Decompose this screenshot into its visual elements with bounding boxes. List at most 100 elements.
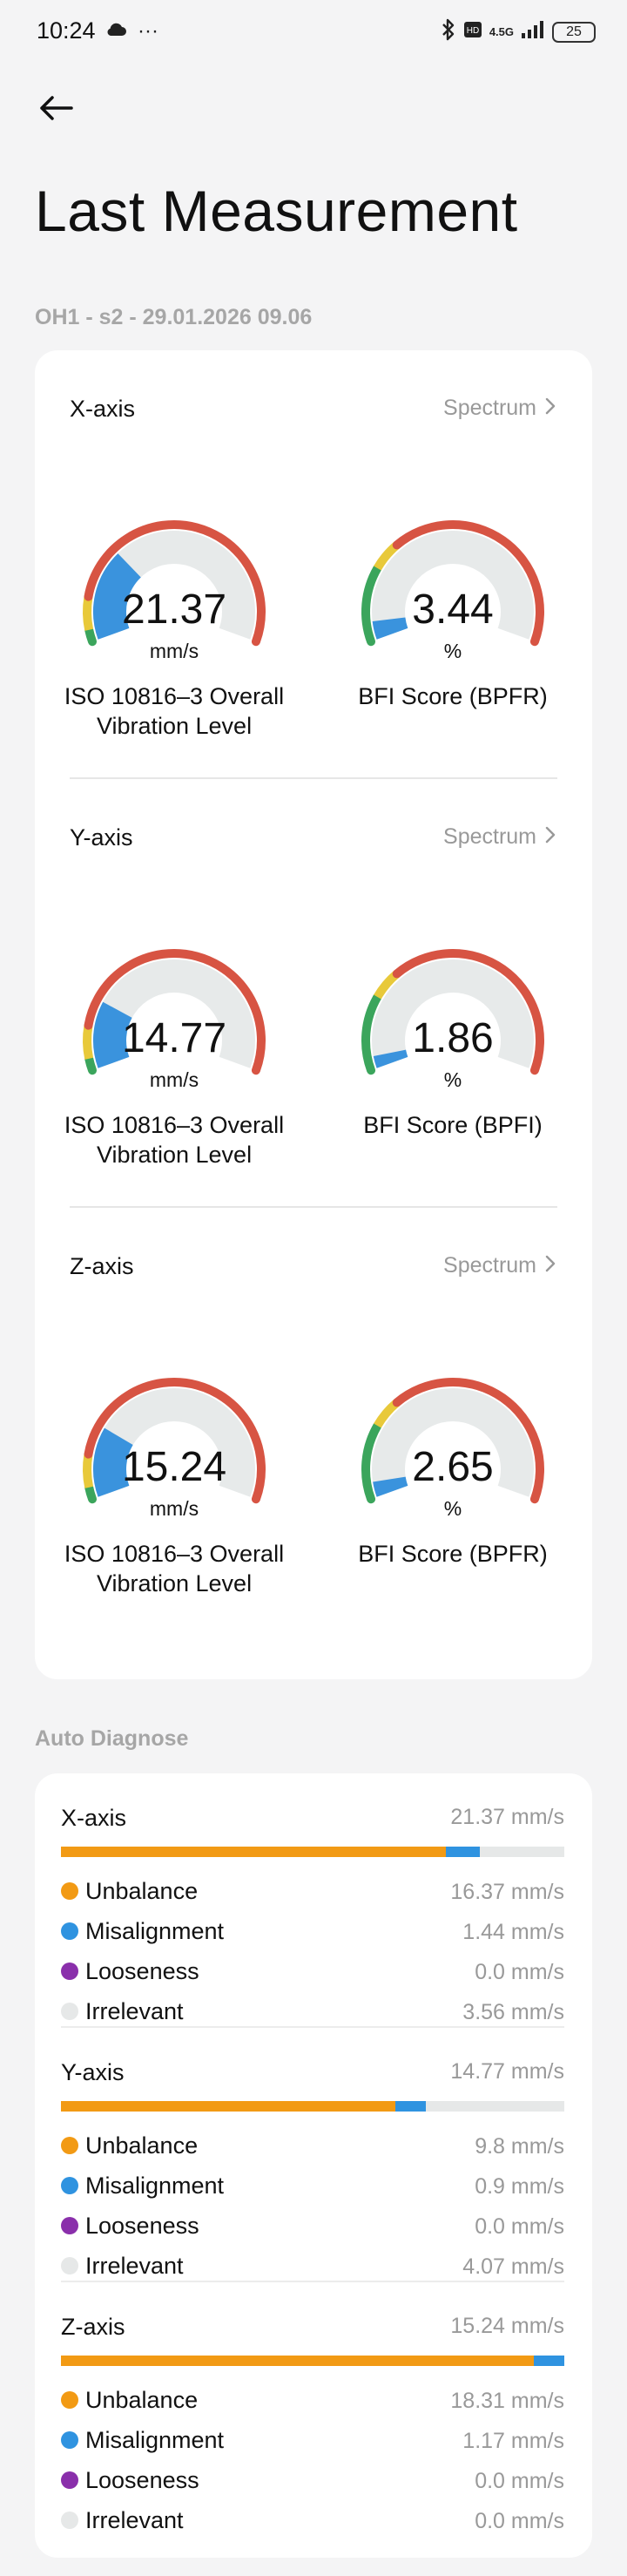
bar-segment-unbalance bbox=[61, 2356, 535, 2366]
diagnose-row-value: 0.0 mm/s bbox=[475, 2509, 564, 2533]
axis-title: Z-axis bbox=[70, 1253, 134, 1279]
measurement-meta: OH1 - s2 - 29.01.2026 09.06 bbox=[35, 305, 313, 329]
axis-section: Y-axis Spectrum 14.77 mm/s ISO 10816–3 Overa… bbox=[35, 779, 592, 1208]
irrelevant-legend-dot bbox=[61, 2003, 78, 2020]
network-type-label: 4.5G bbox=[489, 25, 514, 38]
irrelevant-legend-dot bbox=[61, 2257, 78, 2274]
axis-title: Y-axis bbox=[70, 824, 133, 851]
status-bar: 10:24 ··· HD 4.5G 25 bbox=[0, 0, 627, 66]
gauge-value: 15.24 bbox=[121, 1444, 227, 1490]
unbalance-legend-dot bbox=[61, 2391, 78, 2409]
spectrum-link-label: Spectrum bbox=[443, 396, 536, 420]
chevron-right-icon bbox=[545, 396, 556, 421]
diagnose-row-looseness: Looseness 0.0 mm/s bbox=[61, 2464, 564, 2498]
gauge-value: 1.86 bbox=[412, 1015, 494, 1061]
gauge-label: BFI Score (BPFR) bbox=[358, 1541, 548, 1567]
diagnose-section: Z-axis 15.24 mm/s Unbalance 18.31 mm/s Misal… bbox=[35, 2282, 592, 2537]
spectrum-link-label: Spectrum bbox=[443, 1253, 536, 1278]
diagnose-row-label: Unbalance bbox=[85, 2387, 199, 2413]
diagnose-row-value: 4.07 mm/s bbox=[462, 2254, 564, 2279]
signal-icon bbox=[521, 20, 545, 44]
gauge-label-line: Vibration Level bbox=[96, 1142, 253, 1168]
chevron-right-icon bbox=[545, 824, 556, 850]
iso-vibration-gauge: 14.77 mm/s ISO 10816–3 Overall Vibration Le… bbox=[64, 936, 284, 1168]
misalignment-legend-dot bbox=[61, 1922, 78, 1940]
diagnose-row-looseness: Looseness 0.0 mm/s bbox=[61, 2209, 564, 2244]
gauge-value: 21.37 bbox=[121, 586, 227, 633]
looseness-legend-dot bbox=[61, 1963, 78, 1980]
gauge-label-line: Vibration Level bbox=[96, 1570, 253, 1596]
looseness-legend-dot bbox=[61, 2217, 78, 2234]
diagnose-stacked-bar bbox=[61, 2101, 564, 2112]
diagnose-row-label: Looseness bbox=[85, 2213, 199, 2239]
gauge-unit: % bbox=[443, 1068, 462, 1091]
diagnose-row-value: 0.0 mm/s bbox=[475, 1960, 564, 1984]
gauge-label-line: ISO 10816–3 Overall bbox=[64, 683, 285, 709]
looseness-legend-dot bbox=[61, 2471, 78, 2489]
bar-segment-misalignment bbox=[394, 2101, 427, 2112]
gauge-label-line: ISO 10816–3 Overall bbox=[64, 1112, 285, 1138]
bluetooth-icon bbox=[441, 17, 456, 46]
auto-diagnose-heading: Auto Diagnose bbox=[35, 1726, 189, 1751]
diagnose-row-value: 9.8 mm/s bbox=[475, 2134, 564, 2159]
spectrum-link-label: Spectrum bbox=[443, 824, 536, 849]
axis-title: X-axis bbox=[70, 396, 136, 422]
diagnose-axis-title: Y-axis bbox=[61, 2059, 125, 2085]
diagnose-row-label: Looseness bbox=[85, 1958, 199, 1984]
misalignment-legend-dot bbox=[61, 2177, 78, 2194]
gauge-unit: mm/s bbox=[149, 640, 199, 662]
diagnose-row-unbalance: Unbalance 18.31 mm/s bbox=[61, 2383, 564, 2418]
diagnose-row-irrelevant: Irrelevant 3.56 mm/s bbox=[61, 1995, 564, 2030]
iso-vibration-gauge: 21.37 mm/s ISO 10816–3 Overall Vibration Le… bbox=[64, 507, 284, 739]
arrow-left-icon bbox=[40, 96, 73, 120]
spectrum-link[interactable]: Spectrum bbox=[443, 1253, 556, 1278]
cloud-icon bbox=[104, 21, 127, 41]
unbalance-legend-dot bbox=[61, 2137, 78, 2154]
diagnose-row-irrelevant: Irrelevant 0.0 mm/s bbox=[61, 2504, 564, 2539]
diagnose-section: Y-axis 14.77 mm/s Unbalance 9.8 mm/s Misalig… bbox=[35, 2028, 592, 2282]
bfi-score-gauge: 1.86% BFI Score (BPFI) bbox=[348, 936, 557, 1138]
gauge-label: BFI Score (BPFI) bbox=[363, 1112, 543, 1138]
diagnose-axis-title: X-axis bbox=[61, 1805, 127, 1831]
volte-icon: HD bbox=[463, 20, 482, 44]
diagnose-row-label: Misalignment bbox=[85, 2427, 225, 2453]
diagnose-row-unbalance: Unbalance 9.8 mm/s bbox=[61, 2129, 564, 2164]
diagnose-row-misalignment: Misalignment 1.44 mm/s bbox=[61, 1915, 564, 1949]
diagnose-total: 14.77 mm/s bbox=[450, 2059, 564, 2084]
diagnose-row-label: Irrelevant bbox=[85, 1998, 184, 2024]
bar-segment-misalignment bbox=[534, 2356, 564, 2366]
diagnose-row-value: 18.31 mm/s bbox=[450, 2389, 564, 2413]
spectrum-link[interactable]: Spectrum bbox=[443, 396, 556, 421]
battery-icon: 25 bbox=[552, 21, 596, 43]
status-time: 10:24 bbox=[37, 17, 96, 44]
unbalance-legend-dot bbox=[61, 1882, 78, 1900]
gauge-value: 14.77 bbox=[121, 1015, 227, 1061]
misalignment-legend-dot bbox=[61, 2431, 78, 2449]
gauge-label: BFI Score (BPFR) bbox=[358, 683, 548, 709]
gauge-unit: % bbox=[443, 1497, 462, 1520]
diagnose-row-misalignment: Misalignment 1.17 mm/s bbox=[61, 2423, 564, 2458]
spectrum-link[interactable]: Spectrum bbox=[443, 824, 556, 850]
gauge-unit: % bbox=[443, 640, 462, 662]
diagnose-row-value: 1.44 mm/s bbox=[462, 1920, 564, 1944]
diagnose-row-label: Misalignment bbox=[85, 1918, 225, 1944]
more-icon: ··· bbox=[138, 18, 158, 43]
diagnose-row-value: 1.17 mm/s bbox=[462, 2429, 564, 2453]
diagnose-row-misalignment: Misalignment 0.9 mm/s bbox=[61, 2169, 564, 2204]
diagnose-row-label: Unbalance bbox=[85, 1878, 199, 1904]
gauge-label: ISO 10816–3 Overall Vibration Level bbox=[52, 681, 296, 741]
page-title: Last Measurement bbox=[35, 179, 518, 243]
diagnose-row-label: Irrelevant bbox=[85, 2253, 184, 2279]
diagnose-row-unbalance: Unbalance 16.37 mm/s bbox=[61, 1874, 564, 1909]
diagnose-row-value: 16.37 mm/s bbox=[450, 1880, 564, 1904]
bfi-score-gauge: 2.65% BFI Score (BPFR) bbox=[348, 1365, 557, 1567]
diagnose-row-value: 3.56 mm/s bbox=[462, 2000, 564, 2024]
diagnose-row-label: Irrelevant bbox=[85, 2507, 184, 2533]
gauge-value: 2.65 bbox=[412, 1444, 494, 1490]
back-button[interactable] bbox=[31, 84, 80, 132]
irrelevant-legend-dot bbox=[61, 2512, 78, 2529]
diagnose-total: 21.37 mm/s bbox=[450, 1805, 564, 1829]
gauge-value: 3.44 bbox=[412, 586, 494, 633]
gauge-label: ISO 10816–3 Overall Vibration Level bbox=[52, 1110, 296, 1169]
diagnose-stacked-bar bbox=[61, 2356, 564, 2366]
